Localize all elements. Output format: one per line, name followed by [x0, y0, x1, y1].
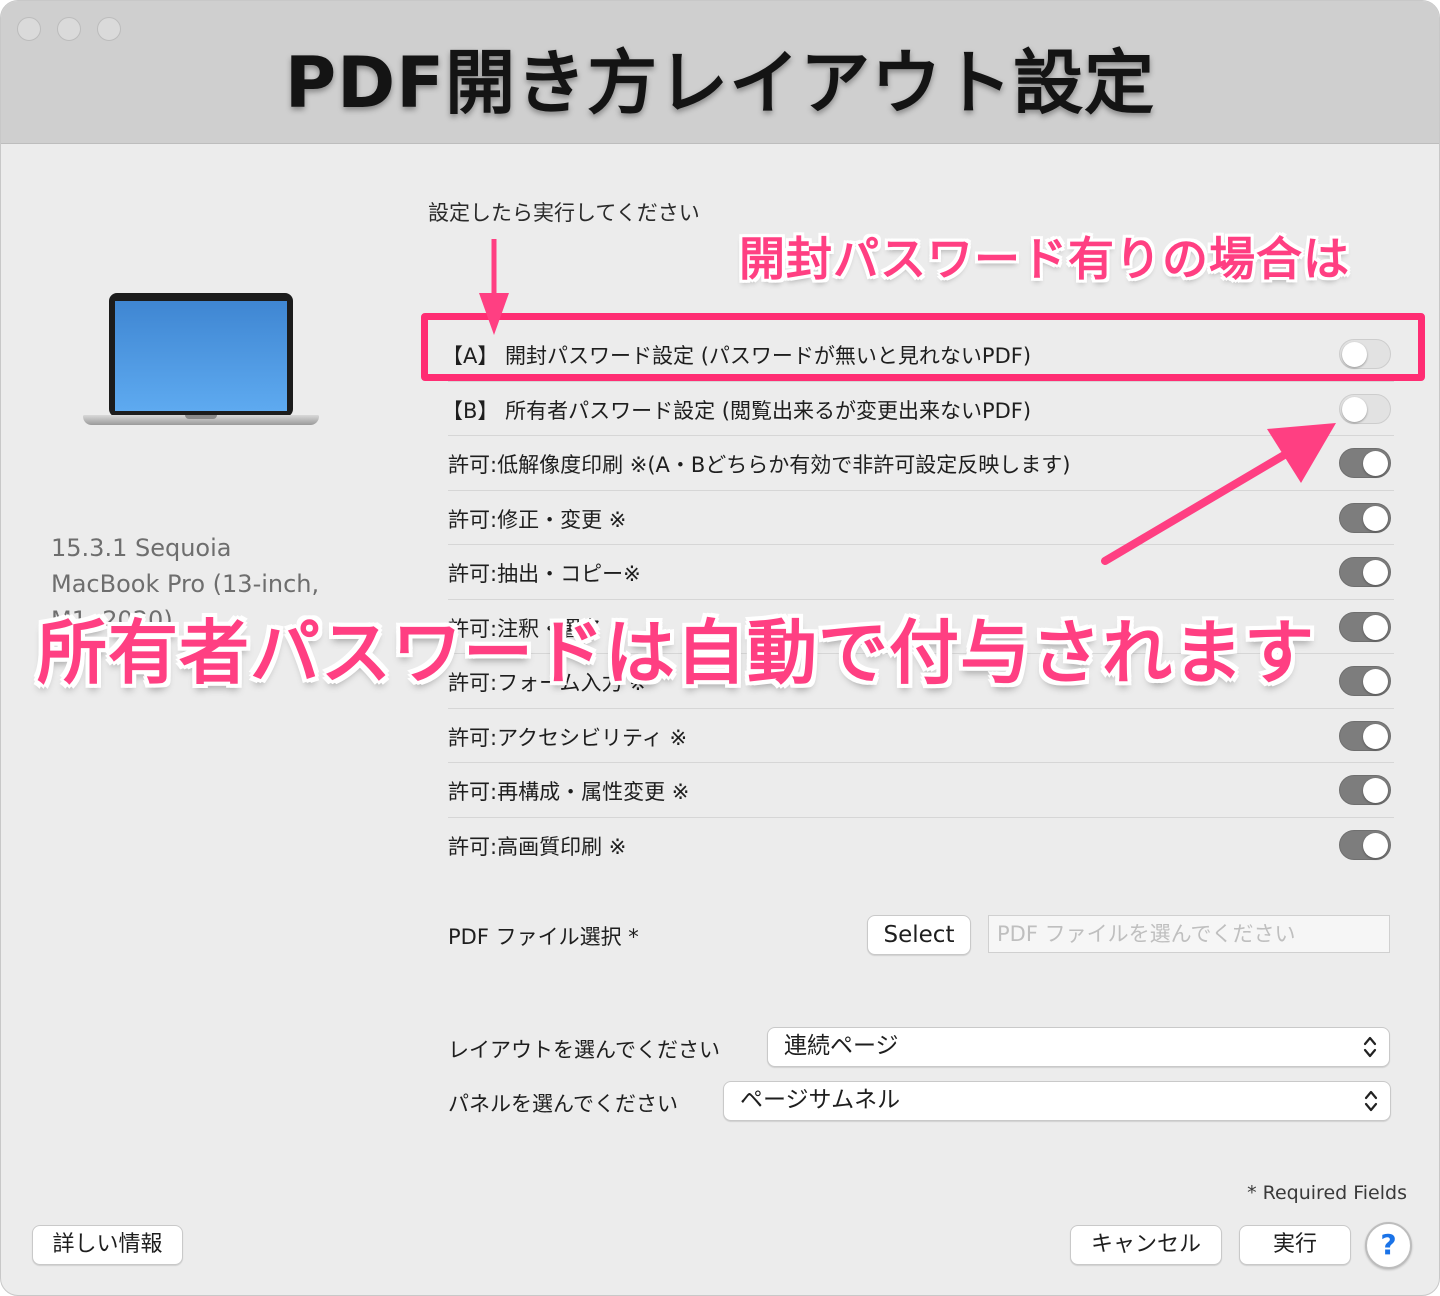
setting-label: 許可:再構成・属性変更 ※: [448, 780, 690, 804]
layout-select-label: レイアウトを選んでください: [448, 1038, 720, 1062]
setting-label: 許可:抽出・コピー※: [448, 562, 641, 586]
layout-select[interactable]: 連続ページ: [767, 1027, 1390, 1067]
assemble-toggle[interactable]: [1339, 775, 1391, 805]
accessibility-toggle[interactable]: [1339, 720, 1391, 751]
file-select-label: PDF ファイル選択 *: [448, 925, 639, 949]
setting-row-low-res-print: 許可:低解像度印刷 ※(A・Bどちらか有効で非許可設定反映します): [448, 436, 1394, 491]
low-res-print-toggle[interactable]: [1339, 448, 1391, 478]
instruction-text: 設定したら実行してください: [428, 201, 700, 225]
machine-model: MacBook Pro (13-inch,: [51, 570, 320, 598]
setting-row-extract-copy: 許可:抽出・コピー※: [448, 545, 1394, 600]
high-quality-print-toggle[interactable]: [1339, 829, 1391, 860]
extract-copy-toggle[interactable]: [1339, 557, 1391, 587]
panel-select[interactable]: ページサムネル: [723, 1081, 1391, 1121]
setting-label: 【B】 所有者パスワード設定 (閲覧出来るが変更出来ないPDF): [442, 398, 1032, 423]
setting-row-owner-password: 【B】 所有者パスワード設定 (閲覧出来るが変更出来ないPDF): [442, 382, 1394, 436]
dialog-window: PDF開き方レイアウト設定 15.3.1 Sequoia MacBook Pro…: [0, 0, 1440, 1296]
file-path-field[interactable]: [988, 915, 1390, 953]
setting-row-high-quality-print: 許可:高画質印刷 ※: [448, 818, 1394, 873]
highlight-box: [421, 313, 1425, 381]
macbook-icon: [81, 291, 321, 441]
setting-row-accessibility: 許可:アクセシビリティ ※: [448, 709, 1394, 763]
window-title: PDF開き方レイアウト設定: [284, 42, 1156, 124]
setting-label: 許可:低解像度印刷 ※(A・Bどちらか有効で非許可設定反映します): [448, 453, 1071, 477]
layout-select-value: 連続ページ: [784, 1033, 899, 1059]
help-button[interactable]: ?: [1365, 1222, 1412, 1269]
annotate-toggle[interactable]: [1339, 611, 1391, 642]
callout-top-text: 開封パスワード有りの場合は: [739, 232, 1350, 286]
select-file-button[interactable]: Select: [867, 915, 971, 955]
modify-toggle[interactable]: [1339, 502, 1391, 533]
more-info-button[interactable]: 詳しい情報: [32, 1225, 183, 1265]
setting-label: 許可:アクセシビリティ ※: [448, 725, 688, 750]
os-version: 15.3.1 Sequoia: [51, 534, 232, 562]
up-down-chevron-icon: [1363, 1036, 1377, 1058]
owner-password-toggle[interactable]: [1339, 393, 1391, 424]
setting-label: 許可:高画質印刷 ※: [448, 834, 627, 859]
required-fields-note: * Required Fields: [1247, 1182, 1407, 1204]
title-bar: PDF開き方レイアウト設定: [1, 1, 1439, 144]
form-fill-toggle[interactable]: [1339, 666, 1391, 696]
setting-row-assemble: 許可:再構成・属性変更 ※: [448, 763, 1394, 818]
up-down-chevron-icon: [1364, 1090, 1378, 1112]
callout-main-text: 所有者パスワードは自動で付与されます: [37, 612, 1315, 694]
panel-select-value: ページサムネル: [740, 1087, 901, 1113]
cancel-button[interactable]: キャンセル: [1070, 1225, 1222, 1265]
setting-label: 許可:修正・変更 ※: [448, 507, 627, 532]
setting-row-modify: 許可:修正・変更 ※: [448, 491, 1394, 545]
panel-select-label: パネルを選んでください: [448, 1092, 678, 1116]
run-button[interactable]: 実行: [1239, 1225, 1351, 1265]
